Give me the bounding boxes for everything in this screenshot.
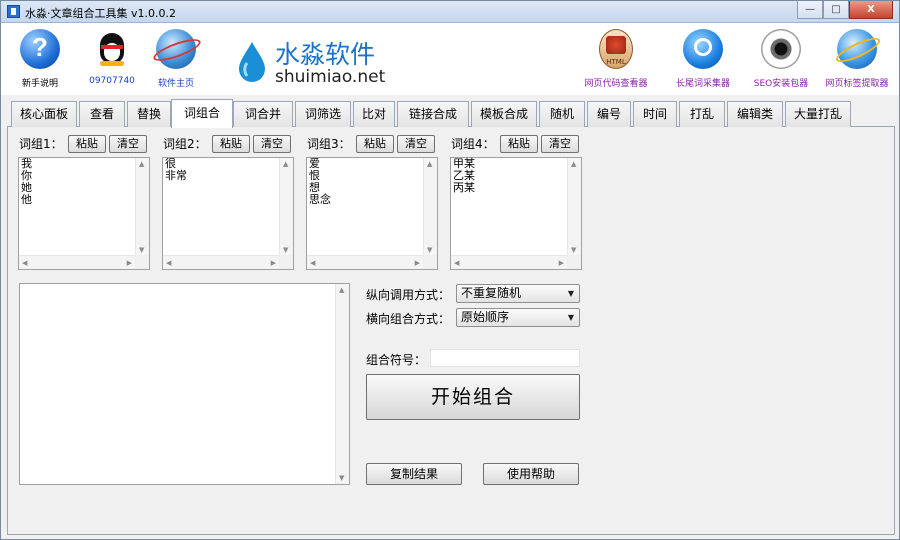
result-textarea[interactable]: ▲ ▼: [19, 283, 350, 485]
magnifier-globe-icon: [683, 29, 723, 69]
group4-textarea[interactable]: 甲某 乙某 丙某 ▲ ▼ ◀ ▶: [450, 157, 582, 270]
tab-random[interactable]: 随机: [539, 101, 585, 127]
group3-scroll-corner: [423, 255, 437, 269]
toolbar: 新手说明 09707740 软件主页 水淼软件 shuimiao.net 网页代…: [1, 23, 899, 95]
help-icon: [20, 29, 60, 69]
group4-vscroll[interactable]: ▲ ▼: [567, 158, 581, 256]
tab-word-combine[interactable]: 词组合: [171, 99, 233, 128]
minimize-button[interactable]: —: [797, 1, 823, 19]
logo-url: shuimiao.net: [275, 67, 386, 87]
group2-paste-button[interactable]: 粘贴: [212, 135, 250, 153]
qq-penguin-icon: [92, 29, 132, 69]
tab-replace[interactable]: 替换: [127, 101, 171, 127]
app-icon: [7, 5, 20, 18]
group4-paste-button[interactable]: 粘贴: [500, 135, 538, 153]
toolbar-longtail[interactable]: 长尾词采集器: [661, 29, 745, 89]
group2-scroll-corner: [279, 255, 293, 269]
toolbar-longtail-label: 长尾词采集器: [675, 79, 730, 89]
toolbar-html-viewer-label: 网页代码查看器: [584, 79, 648, 89]
maximize-button[interactable]: □: [823, 1, 849, 19]
group1-vscroll[interactable]: ▲ ▼: [135, 158, 149, 256]
toolbar-help-label: 新手说明: [21, 79, 58, 89]
group1-paste-button[interactable]: 粘贴: [68, 135, 106, 153]
help-button[interactable]: 使用帮助: [483, 463, 579, 485]
app-window: 水淼·文章组合工具集 v1.0.0.2 — □ X 新手说明 09707740 …: [0, 0, 900, 540]
group2-clear-button[interactable]: 清空: [253, 135, 291, 153]
group1-words: 我 你 她 他: [21, 157, 32, 206]
group2-hscroll[interactable]: ◀ ▶: [163, 255, 279, 269]
result-vscroll[interactable]: ▲ ▼: [335, 284, 349, 484]
copy-result-button[interactable]: 复制结果: [366, 463, 462, 485]
eye-icon: [761, 29, 801, 69]
start-combine-button[interactable]: 开始组合: [366, 374, 580, 420]
group1-label: 词组1：: [19, 137, 63, 151]
group1-clear-button[interactable]: 清空: [109, 135, 147, 153]
tab-core-panel[interactable]: 核心面板: [11, 101, 77, 127]
group2-words: 很 非常: [165, 157, 187, 182]
toolbar-tag-extractor-label: 网页标签提取器: [825, 79, 889, 89]
group1-hscroll[interactable]: ◀ ▶: [19, 255, 135, 269]
toolbar-qq[interactable]: 09707740: [75, 29, 149, 86]
tab-view[interactable]: 查看: [79, 101, 125, 127]
group4-scroll-corner: [567, 255, 581, 269]
group3-label: 词组3：: [307, 137, 351, 151]
group4-clear-button[interactable]: 清空: [541, 135, 579, 153]
ie-globe-icon: [837, 29, 877, 69]
horizontal-mode-value: 原始顺序: [461, 310, 510, 324]
tab-word-filter[interactable]: 词筛选: [295, 101, 351, 127]
toolbar-help[interactable]: 新手说明: [3, 29, 77, 89]
group1-scroll-corner: [135, 255, 149, 269]
window-controls: — □ X: [797, 1, 893, 19]
horizontal-mode-select[interactable]: 原始顺序 ▼: [456, 308, 580, 327]
horizontal-mode-label: 横向组合方式：: [366, 312, 451, 326]
close-button[interactable]: X: [849, 1, 893, 19]
group4-words: 甲某 乙某 丙某: [453, 157, 475, 194]
toolbar-html-viewer[interactable]: 网页代码查看器: [573, 29, 659, 89]
tab-template-compose[interactable]: 模板合成: [471, 101, 537, 127]
toolbar-seo-label: SEO安装包器: [753, 79, 809, 89]
group3-vscroll[interactable]: ▲ ▼: [423, 158, 437, 256]
group4-hscroll[interactable]: ◀ ▶: [451, 255, 567, 269]
group4-label: 词组4：: [451, 137, 495, 151]
tab-compare[interactable]: 比对: [353, 101, 395, 127]
tab-word-merge[interactable]: 词合并: [233, 101, 293, 127]
separator-input[interactable]: [430, 349, 580, 367]
group3-paste-button[interactable]: 粘贴: [356, 135, 394, 153]
brand-logo: 水淼软件 shuimiao.net: [237, 33, 407, 89]
chevron-down-icon: ▼: [567, 313, 574, 322]
toolbar-seo[interactable]: SEO安装包器: [741, 29, 821, 89]
separator-label: 组合符号：: [366, 353, 427, 367]
toolbar-homepage[interactable]: 软件主页: [139, 29, 213, 89]
toolbar-homepage-label: 软件主页: [157, 79, 194, 89]
water-drop-icon: [239, 42, 265, 82]
logo-name: 水淼软件: [275, 40, 376, 69]
tab-numbering[interactable]: 编号: [587, 101, 631, 127]
vertical-mode-select[interactable]: 不重复随机 ▼: [456, 284, 580, 303]
group3-clear-button[interactable]: 清空: [397, 135, 435, 153]
tab-link-compose[interactable]: 链接合成: [397, 101, 469, 127]
tab-shuffle[interactable]: 打乱: [679, 101, 725, 127]
group3-hscroll[interactable]: ◀ ▶: [307, 255, 423, 269]
tab-strip: 核心面板 查看 替换 词组合 词合并 词筛选 比对 链接合成 模板合成 随机 编…: [7, 99, 895, 128]
vertical-mode-label: 纵向调用方式：: [366, 288, 451, 302]
tab-edit[interactable]: 编辑类: [727, 101, 783, 127]
group2-textarea[interactable]: 很 非常 ▲ ▼ ◀ ▶: [162, 157, 294, 270]
toolbar-qq-label: 09707740: [89, 76, 135, 86]
group1-textarea[interactable]: 我 你 她 他 ▲ ▼ ◀ ▶: [18, 157, 150, 270]
group2-label: 词组2：: [163, 137, 207, 151]
tab-time[interactable]: 时间: [633, 101, 677, 127]
globe-icon: [156, 29, 196, 69]
title-bar[interactable]: 水淼·文章组合工具集 v1.0.0.2 — □ X: [1, 1, 899, 23]
toolbar-tag-extractor[interactable]: 网页标签提取器: [817, 29, 897, 89]
tab-mass-shuffle[interactable]: 大量打乱: [785, 101, 851, 127]
chevron-down-icon: ▼: [567, 289, 574, 298]
vertical-mode-value: 不重复随机: [461, 286, 522, 300]
group2-vscroll[interactable]: ▲ ▼: [279, 158, 293, 256]
window-title: 水淼·文章组合工具集 v1.0.0.2: [25, 7, 176, 20]
group3-textarea[interactable]: 爱 恨 想 思念 ▲ ▼ ◀ ▶: [306, 157, 438, 270]
group3-words: 爱 恨 想 思念: [309, 157, 331, 206]
html-file-icon: [599, 29, 633, 69]
